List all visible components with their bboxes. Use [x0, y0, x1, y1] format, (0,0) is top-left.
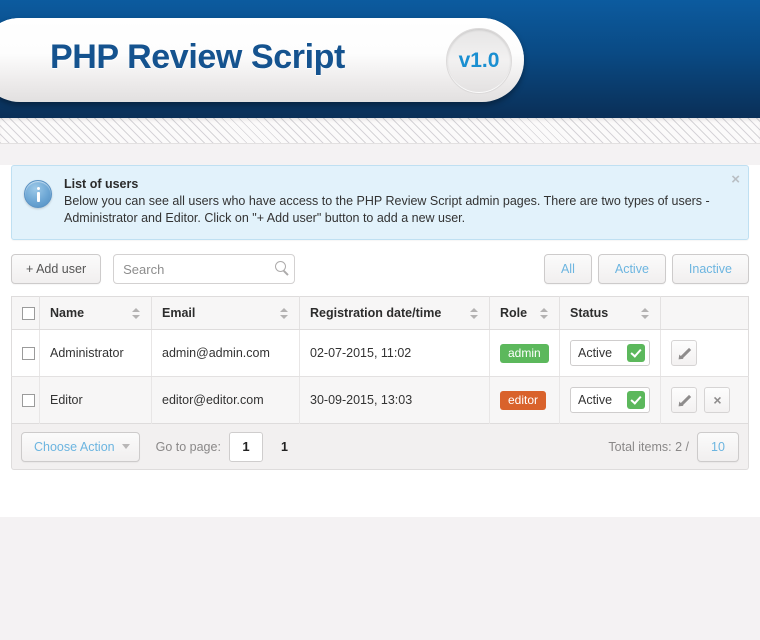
delete-button[interactable]: × — [704, 387, 731, 414]
cell-status: Active — [559, 376, 661, 424]
header-registration-label: Registration date/time — [310, 306, 442, 321]
app-header: PHP Review Script v1.0 — [0, 0, 760, 118]
pencil-icon — [678, 347, 690, 359]
cell-registration: 02-07-2015, 11:02 — [299, 329, 490, 378]
filter-active-button[interactable]: Active — [597, 254, 666, 284]
header-email-label: Email — [162, 306, 196, 321]
filter-all-button[interactable]: All — [543, 254, 592, 284]
cell-role: admin — [489, 329, 560, 378]
choose-action-dropdown[interactable]: Choose Action — [21, 431, 140, 462]
sort-icon[interactable] — [540, 307, 549, 320]
close-icon: × — [713, 392, 722, 409]
total-items-group: Total items: 2 / 10 — [608, 431, 739, 462]
search-input[interactable] — [113, 254, 296, 284]
cell-actions — [660, 329, 749, 378]
role-badge: admin — [500, 343, 549, 363]
header-email[interactable]: Email — [151, 296, 300, 331]
table-row: Editor editor@editor.com 30-09-2015, 13:… — [11, 376, 749, 424]
cell-actions: × — [660, 376, 749, 424]
table-header-row: Name Email Registration date/time Role S… — [11, 296, 749, 331]
page-total: 1 — [280, 439, 288, 454]
cell-email: admin@admin.com — [151, 329, 300, 378]
total-items-label: Total items: 2 / — [608, 439, 689, 454]
status-toggle[interactable]: Active — [570, 387, 650, 414]
alert-body: List of users Below you can see all user… — [64, 177, 718, 227]
cell-name: Administrator — [39, 329, 152, 378]
content-area: List of users Below you can see all user… — [0, 165, 760, 517]
add-user-button[interactable]: + Add user — [11, 254, 102, 284]
header-status[interactable]: Status — [559, 296, 661, 331]
row-select-cell — [11, 376, 40, 424]
info-alert: List of users Below you can see all user… — [11, 165, 749, 240]
check-icon — [627, 391, 645, 410]
sort-icon[interactable] — [470, 307, 479, 320]
cell-registration: 30-09-2015, 13:03 — [299, 376, 490, 424]
version-badge: v1.0 — [446, 28, 512, 94]
sort-icon[interactable] — [132, 307, 141, 320]
status-label: Active — [578, 346, 613, 361]
table-head: Name Email Registration date/time Role S… — [11, 296, 749, 331]
select-all-checkbox[interactable] — [22, 307, 35, 321]
status-label: Active — [578, 393, 613, 408]
per-page-button[interactable]: 10 — [697, 431, 739, 462]
filter-button-group: All Active Inactive — [543, 254, 749, 284]
header-actions — [660, 296, 749, 331]
users-table: Name Email Registration date/time Role S… — [11, 296, 749, 425]
cell-status: Active — [559, 329, 661, 378]
header-status-label: Status — [570, 306, 609, 321]
header-role[interactable]: Role — [489, 296, 560, 331]
table-row: Administrator admin@admin.com 02-07-2015… — [11, 329, 749, 378]
check-icon — [627, 344, 645, 363]
cell-email: editor@editor.com — [151, 376, 300, 424]
pencil-icon — [678, 394, 690, 406]
page-input[interactable] — [228, 431, 263, 462]
goto-page-label: Go to page: — [155, 439, 221, 454]
search-box — [113, 254, 296, 284]
row-checkbox[interactable] — [22, 394, 35, 408]
alert-title: List of users — [64, 177, 139, 191]
close-icon[interactable]: × — [731, 172, 740, 187]
header-name-label: Name — [50, 306, 85, 321]
alert-text: Below you can see all users who have acc… — [64, 194, 710, 225]
sort-icon[interactable] — [280, 307, 289, 320]
cell-role: editor — [489, 376, 560, 424]
sort-icon[interactable] — [641, 307, 650, 320]
striped-divider — [0, 118, 760, 144]
search-icon[interactable] — [275, 261, 287, 272]
header-role-label: Role — [500, 306, 528, 321]
role-badge: editor — [500, 390, 547, 410]
choose-action-label: Choose Action — [34, 439, 115, 454]
row-checkbox[interactable] — [22, 347, 35, 361]
header-name[interactable]: Name — [39, 296, 152, 331]
header-registration[interactable]: Registration date/time — [299, 296, 490, 331]
select-all-header — [11, 296, 40, 331]
table-toolbar: + Add user All Active Inactive — [11, 254, 749, 284]
table-footer: Choose Action Go to page: 1 Total items:… — [11, 424, 749, 471]
chevron-down-icon — [121, 444, 130, 450]
edit-button[interactable] — [671, 340, 697, 367]
table-body: Administrator admin@admin.com 02-07-2015… — [11, 329, 749, 424]
edit-button[interactable] — [671, 387, 697, 414]
row-select-cell — [11, 329, 40, 378]
filter-inactive-button[interactable]: Inactive — [671, 254, 749, 284]
status-toggle[interactable]: Active — [570, 340, 650, 367]
app-title: PHP Review Script — [50, 38, 345, 76]
info-circle-icon — [24, 180, 52, 208]
cell-name: Editor — [39, 376, 152, 424]
